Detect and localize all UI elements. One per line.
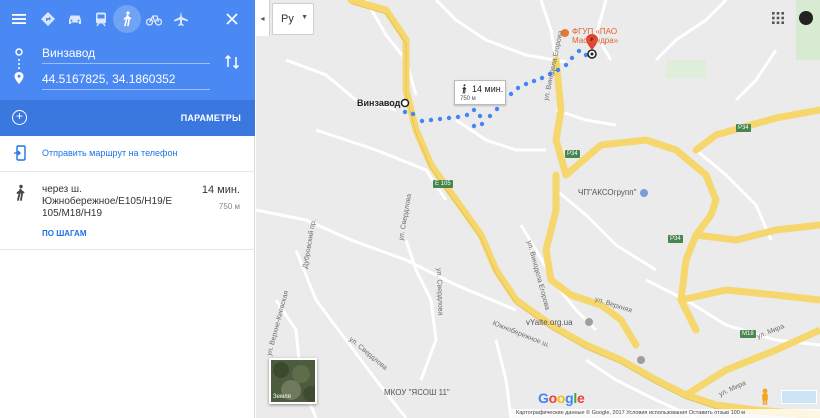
poi-school[interactable]: МКОУ "ЯСОШ 11" (384, 388, 450, 397)
train-icon[interactable] (89, 7, 113, 31)
send-to-phone-row[interactable]: Отправить маршрут на телефон (0, 136, 255, 172)
walk-icon (16, 184, 25, 201)
route-option-card[interactable]: через ш. Южнобережное/E105/H19/E 105/M18… (0, 172, 255, 250)
google-logo: Google (538, 390, 585, 406)
poi-akso[interactable]: ЧП"АКСОгрупп" (578, 188, 636, 197)
map-roads (256, 0, 820, 418)
close-icon[interactable] (220, 7, 244, 31)
origin-input[interactable] (42, 42, 210, 64)
map-canvas[interactable]: ◂ Ру ▼ ФГУП «ПАО Массандра» Винзавод ЧП"… (256, 0, 820, 418)
step-by-step-link[interactable]: ПО ШАГАМ (42, 229, 86, 238)
origin-marker (400, 98, 410, 108)
directions-header: + ПАРАМЕТРЫ (0, 0, 255, 136)
add-destination-icon[interactable]: + (12, 110, 27, 125)
travel-mode-bar (0, 0, 255, 38)
earth-label: Земля (273, 394, 291, 400)
road-badge-e105: E 105 (433, 180, 453, 188)
route-time-bubble[interactable]: 14 мин. 750 м (454, 80, 506, 105)
diamond-direction-icon[interactable] (36, 7, 60, 31)
collapse-panel-button[interactable]: ◂ (256, 0, 270, 36)
apps-grid-icon[interactable] (772, 12, 784, 24)
pegman-icon[interactable] (759, 388, 771, 406)
route-via-text: через ш. Южнобережное/E105/H19/E 105/M18… (42, 184, 173, 219)
swap-icon[interactable] (222, 52, 242, 72)
destination-row (0, 68, 255, 94)
language-select[interactable]: Ру ▼ (272, 3, 314, 35)
destination-pin-icon (14, 72, 24, 84)
road-badge-p34-b: P34 (565, 150, 580, 158)
layers-thumbnail[interactable] (781, 390, 817, 404)
chevron-down-icon: ▼ (301, 14, 308, 21)
language-value: Ру (281, 13, 294, 25)
car-icon[interactable] (63, 7, 87, 31)
attribution-bar: Картографические данные © Google, 2017 У… (510, 409, 820, 418)
send-to-phone-icon (14, 145, 26, 161)
directions-panel: + ПАРАМЕТРЫ Отправить маршрут на телефон… (0, 0, 255, 418)
road-badge-p34-c: P34 (668, 235, 683, 243)
options-row: + ПАРАМЕТРЫ (0, 100, 255, 136)
walk-icon[interactable] (113, 5, 141, 33)
origin-label: Винзавод (357, 98, 401, 108)
bubble-distance: 750 м (460, 96, 476, 102)
road-badge-p34-a: P34 (736, 124, 751, 132)
poi-vyalta[interactable]: vYalte.org.ua (526, 318, 573, 327)
road-badge-m18: M18 (740, 330, 756, 338)
plane-icon[interactable] (169, 7, 193, 31)
route-duration: 14 мин. (201, 184, 240, 196)
poi-massandra[interactable]: ФГУП «ПАО Массандра» (572, 27, 636, 45)
origin-row (0, 40, 255, 66)
earth-view-thumbnail[interactable]: Земля (269, 358, 317, 404)
menu-icon[interactable] (7, 7, 31, 31)
walk-icon (462, 84, 467, 94)
destination-input[interactable] (42, 68, 210, 90)
bubble-duration: 14 мин. (472, 84, 504, 94)
origin-dot-icon (15, 48, 23, 56)
route-distance: 750 м (218, 202, 240, 211)
send-to-phone-link[interactable]: Отправить маршрут на телефон (42, 148, 177, 158)
account-avatar[interactable] (799, 11, 813, 25)
bike-icon[interactable] (142, 7, 166, 31)
params-button[interactable]: ПАРАМЕТРЫ (181, 113, 241, 123)
